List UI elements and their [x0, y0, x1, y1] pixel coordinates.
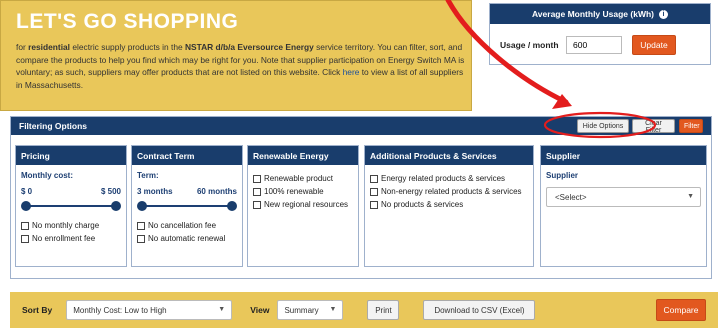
- hide-options-button[interactable]: Hide Options: [577, 119, 629, 133]
- supplier-select[interactable]: <Select> ▼: [546, 187, 701, 207]
- chevron-down-icon: ▼: [329, 306, 337, 313]
- slider-max-handle[interactable]: [111, 201, 121, 211]
- new-regional-resources-checkbox[interactable]: New regional resources: [253, 200, 353, 209]
- no-cancellation-fee-checkbox[interactable]: No cancellation fee: [137, 221, 237, 230]
- usage-input[interactable]: [566, 36, 622, 54]
- term-min-label: 3 months: [137, 187, 173, 196]
- monthly-cost-slider[interactable]: [21, 201, 121, 211]
- slider-max-handle[interactable]: [227, 201, 237, 211]
- suppliers-link[interactable]: here: [343, 67, 360, 77]
- hero-banner: LET'S GO SHOPPING for residential electr…: [0, 0, 472, 111]
- compare-button[interactable]: Compare: [656, 299, 706, 321]
- contract-term-slider[interactable]: [137, 201, 237, 211]
- chevron-down-icon: ▼: [218, 306, 226, 313]
- hero-description: for residential electric supply products…: [16, 42, 465, 90]
- slider-min-handle[interactable]: [137, 201, 147, 211]
- sort-by-label: Sort By: [22, 305, 53, 315]
- 100-percent-renewable-checkbox[interactable]: 100% renewable: [253, 187, 353, 196]
- results-toolbar: Sort By Monthly Cost: Low to High ▼ View…: [10, 292, 718, 328]
- no-enrollment-fee-checkbox[interactable]: No enrollment fee: [21, 234, 121, 243]
- view-label: View: [250, 305, 270, 315]
- info-icon[interactable]: i: [659, 9, 668, 19]
- price-max-label: $ 500: [100, 187, 121, 196]
- monthly-cost-label: Monthly cost:: [21, 171, 73, 180]
- view-select[interactable]: Summary ▼: [277, 300, 344, 320]
- additional-products-column: Additional Products & Services Energy re…: [364, 145, 534, 267]
- print-button[interactable]: Print: [367, 300, 400, 320]
- clear-filter-button[interactable]: Clear Filter: [632, 119, 675, 134]
- energy-related-checkbox[interactable]: Energy related products & services: [370, 174, 528, 183]
- no-automatic-renewal-checkbox[interactable]: No automatic renewal: [137, 234, 237, 243]
- usage-panel-title: Average Monthly Usage (kWh): [531, 9, 654, 19]
- no-monthly-charge-checkbox[interactable]: No monthly charge: [21, 221, 121, 230]
- supplier-header: Supplier: [541, 146, 706, 165]
- renewable-product-checkbox[interactable]: Renewable product: [253, 174, 353, 183]
- download-csv-button[interactable]: Download to CSV (Excel): [423, 300, 536, 320]
- renewable-energy-header: Renewable Energy: [248, 146, 358, 165]
- contract-term-column: Contract Term Term: 3 months 60 months N…: [131, 145, 243, 267]
- contract-term-header: Contract Term: [132, 146, 242, 165]
- pricing-column: Pricing Monthly cost: $ 0 $ 500 No month…: [15, 145, 127, 267]
- supplier-column: Supplier Supplier <Select> ▼: [540, 145, 707, 267]
- price-min-label: $ 0: [21, 187, 33, 196]
- usage-panel-header: Average Monthly Usage (kWh) i: [490, 4, 710, 24]
- term-label: Term:: [137, 171, 159, 180]
- filter-button[interactable]: Filter: [679, 119, 703, 133]
- non-energy-related-checkbox[interactable]: Non-energy related products & services: [370, 187, 528, 196]
- usage-panel: Average Monthly Usage (kWh) i Usage / mo…: [489, 3, 711, 65]
- renewable-energy-column: Renewable Energy Renewable product 100% …: [247, 145, 359, 267]
- filtering-options-header: Filtering Options Hide Options Clear Fil…: [11, 117, 711, 135]
- update-button[interactable]: Update: [632, 35, 676, 55]
- slider-min-handle[interactable]: [21, 201, 31, 211]
- pricing-header: Pricing: [16, 146, 126, 165]
- chevron-down-icon: ▼: [687, 193, 694, 200]
- no-products-checkbox[interactable]: No products & services: [370, 200, 528, 209]
- sort-by-select[interactable]: Monthly Cost: Low to High ▼: [66, 300, 233, 320]
- additional-products-header: Additional Products & Services: [365, 146, 533, 165]
- filtering-options-title: Filtering Options: [19, 121, 87, 131]
- term-max-label: 60 months: [196, 187, 237, 196]
- filtering-options-panel: Filtering Options Hide Options Clear Fil…: [10, 116, 712, 279]
- usage-label: Usage / month: [500, 40, 559, 50]
- supplier-label: Supplier: [546, 171, 579, 180]
- hero-title: LET'S GO SHOPPING: [16, 10, 239, 33]
